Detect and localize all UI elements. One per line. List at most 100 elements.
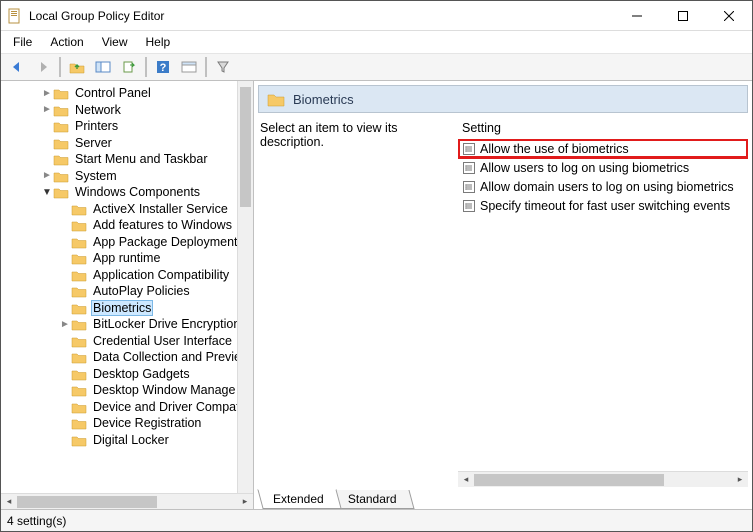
tree-item-label: Network (73, 103, 123, 117)
tree-item-label: Biometrics (91, 300, 153, 316)
tree-item-label: Server (73, 136, 114, 150)
tab-extended[interactable]: Extended (257, 489, 341, 509)
setting-label: Allow users to log on using biometrics (480, 161, 689, 175)
tree-item-label: App Package Deployment (91, 235, 240, 249)
tree-item-label: Digital Locker (91, 433, 171, 447)
maximize-button[interactable] (660, 1, 706, 31)
tree-item-label: Windows Components (73, 185, 202, 199)
tree-item[interactable]: Application Compatibility (1, 267, 253, 284)
toolbar-separator (145, 57, 147, 77)
expander-icon[interactable]: ▼ (41, 187, 53, 198)
expander-icon[interactable]: ► (41, 104, 53, 115)
properties-button[interactable] (177, 56, 201, 78)
tree-item[interactable]: App runtime (1, 250, 253, 267)
expander-icon[interactable]: ► (41, 170, 53, 181)
menu-help[interactable]: Help (138, 33, 179, 51)
tree-item-label: App runtime (91, 251, 162, 265)
tree-item-label: Control Panel (73, 86, 153, 100)
body: ► Control Panel ► Network Printers Server Star… (1, 81, 752, 509)
scroll-left-icon[interactable]: ◂ (458, 472, 474, 488)
tree-item-label: Desktop Window Manage (91, 383, 237, 397)
export-button[interactable] (117, 56, 141, 78)
tree-item[interactable]: Printers (1, 118, 253, 135)
tree-item[interactable]: Device Registration (1, 415, 253, 432)
scroll-right-icon[interactable]: ▸ (237, 494, 253, 510)
tree-item-label: Start Menu and Taskbar (73, 152, 209, 166)
scroll-right-icon[interactable]: ▸ (732, 472, 748, 488)
tree-vertical-scrollbar[interactable] (237, 81, 253, 493)
close-button[interactable] (706, 1, 752, 31)
column-header-setting[interactable]: Setting (458, 119, 748, 139)
back-button[interactable] (5, 56, 29, 78)
tree-item[interactable]: Device and Driver Compat (1, 399, 253, 416)
tree-item[interactable]: ► System (1, 168, 253, 185)
setting-item[interactable]: Allow domain users to log on using biome… (458, 177, 748, 196)
menu-file[interactable]: File (5, 33, 40, 51)
tree-horizontal-scrollbar[interactable]: ◂ ▸ (1, 493, 253, 509)
setting-label: Specify timeout for fast user switching … (480, 199, 730, 213)
tree-item-label: ActiveX Installer Service (91, 202, 230, 216)
tree-item-label: Device and Driver Compat (91, 400, 242, 414)
tree[interactable]: ► Control Panel ► Network Printers Server Star… (1, 81, 253, 448)
tree-item[interactable]: Biometrics (1, 300, 253, 317)
tree-item[interactable]: ► BitLocker Drive Encryption (1, 316, 253, 333)
tree-item[interactable]: Desktop Window Manage (1, 382, 253, 399)
setting-label: Allow the use of biometrics (480, 142, 629, 156)
setting-item[interactable]: Allow users to log on using biometrics (458, 158, 748, 177)
tree-item[interactable]: Digital Locker (1, 432, 253, 449)
tree-item[interactable]: ActiveX Installer Service (1, 201, 253, 218)
tree-item-label: Device Registration (91, 416, 203, 430)
settings-list-column: Setting Allow the use of biometricsAllow… (458, 119, 748, 487)
minimize-button[interactable] (614, 1, 660, 31)
expander-icon[interactable]: ► (41, 88, 53, 99)
tree-item[interactable]: Desktop Gadgets (1, 366, 253, 383)
app-window: Local Group Policy Editor File Action Vi… (0, 0, 753, 532)
description-text: Select an item to view its description. (258, 119, 458, 487)
tree-pane: ► Control Panel ► Network Printers Server Star… (1, 81, 254, 509)
toolbar-separator (59, 57, 61, 77)
tree-item[interactable]: ▼ Windows Components (1, 184, 253, 201)
setting-item[interactable]: Allow the use of biometrics (458, 139, 748, 158)
setting-item[interactable]: Specify timeout for fast user switching … (458, 196, 748, 215)
help-button[interactable]: ? (151, 56, 175, 78)
tree-scroll: ► Control Panel ► Network Printers Server Star… (1, 81, 253, 493)
tree-item[interactable]: Data Collection and Previe (1, 349, 253, 366)
tree-item[interactable]: Server (1, 135, 253, 152)
expander-icon[interactable]: ► (59, 319, 71, 330)
tree-item[interactable]: ► Control Panel (1, 85, 253, 102)
toolbar-separator (205, 57, 207, 77)
menu-view[interactable]: View (94, 33, 136, 51)
forward-button[interactable] (31, 56, 55, 78)
filter-button[interactable] (211, 56, 235, 78)
tree-item-label: AutoPlay Policies (91, 284, 192, 298)
folder-icon (267, 91, 285, 107)
show-hide-tree-button[interactable] (91, 56, 115, 78)
tree-item[interactable]: Add features to Windows (1, 217, 253, 234)
status-text: 4 setting(s) (7, 514, 66, 528)
tree-item[interactable]: Credential User Interface (1, 333, 253, 350)
tree-item-label: System (73, 169, 119, 183)
up-button[interactable] (65, 56, 89, 78)
svg-text:?: ? (160, 62, 167, 74)
tree-item-label: Credential User Interface (91, 334, 234, 348)
scroll-left-icon[interactable]: ◂ (1, 494, 17, 510)
window-title: Local Group Policy Editor (29, 9, 614, 23)
tree-item-label: Data Collection and Previe (91, 350, 243, 364)
tree-item-label: Printers (73, 119, 120, 133)
tree-item[interactable]: AutoPlay Policies (1, 283, 253, 300)
details-header: Biometrics (258, 85, 748, 113)
tree-item[interactable]: Start Menu and Taskbar (1, 151, 253, 168)
settings-list[interactable]: Allow the use of biometrics Allow users t… (458, 139, 748, 471)
tabs-row: Extended Standard (254, 487, 752, 509)
menubar: File Action View Help (1, 31, 752, 53)
tree-item[interactable]: ► Network (1, 102, 253, 119)
tree-item-label: BitLocker Drive Encryption (91, 317, 242, 331)
tab-standard[interactable]: Standard (332, 490, 414, 509)
setting-label: Allow domain users to log on using biome… (480, 180, 734, 194)
tree-item[interactable]: App Package Deployment (1, 234, 253, 251)
app-icon (7, 8, 23, 24)
list-horizontal-scrollbar[interactable]: ◂ ▸ (458, 471, 748, 487)
menu-action[interactable]: Action (42, 33, 91, 51)
details-title: Biometrics (293, 92, 354, 107)
tree-item-label: Add features to Windows (91, 218, 234, 232)
